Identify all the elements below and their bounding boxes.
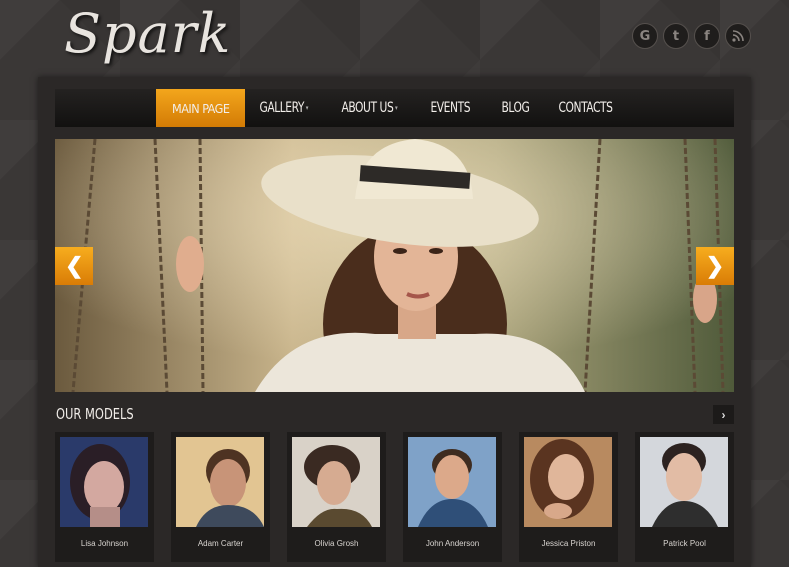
nav-blog[interactable]: BLOG (487, 89, 544, 127)
main-panel: MAIN PAGE GALLERY ▾ ABOUT US ▾ EVENTS BLOG… (38, 77, 751, 567)
model-card[interactable]: Lisa Johnson (55, 432, 154, 562)
nav-main-page[interactable]: MAIN PAGE (156, 89, 246, 127)
models-next-button[interactable]: › (713, 405, 734, 424)
nav-label: EVENTS (430, 100, 471, 116)
model-name[interactable]: Jessica Priston (519, 539, 618, 548)
nav-label: BLOG (501, 100, 530, 116)
chevron-right-icon: › (721, 407, 726, 422)
nav-label: CONTACTS (558, 100, 613, 116)
hero-image (55, 139, 734, 392)
model-name[interactable]: Olivia Grosh (287, 539, 386, 548)
section-title-our-models: OUR MODELS (56, 405, 134, 423)
model-photo[interactable] (176, 437, 264, 527)
nav-about-us[interactable]: ABOUT US ▾ (327, 89, 412, 127)
nav-events[interactable]: EVENTS (416, 89, 485, 127)
model-card[interactable]: John Anderson (403, 432, 502, 562)
models-list: Lisa Johnson Adam Carter Olivia Grosh Jo… (55, 432, 734, 562)
nav-label: MAIN PAGE (172, 100, 230, 116)
model-photo-image (524, 437, 612, 527)
model-photo[interactable] (292, 437, 380, 527)
model-card[interactable]: Jessica Priston (519, 432, 618, 562)
nav-label: GALLERY (259, 100, 305, 116)
model-photo[interactable] (524, 437, 612, 527)
model-name[interactable]: Lisa Johnson (55, 539, 154, 548)
model-photo-image (292, 437, 380, 527)
model-photo[interactable] (408, 437, 496, 527)
slider-prev-button[interactable]: ❯ (55, 247, 93, 285)
model-card[interactable]: Patrick Pool (635, 432, 734, 562)
chevron-left-icon: ❯ (64, 253, 84, 278)
google-icon[interactable]: G (632, 23, 658, 49)
hero-slider: ❯ ❯ (55, 139, 734, 392)
model-name[interactable]: John Anderson (403, 539, 502, 548)
model-card[interactable]: Adam Carter (171, 432, 270, 562)
model-name[interactable]: Patrick Pool (635, 539, 734, 548)
model-photo-image (60, 437, 148, 527)
model-photo[interactable] (60, 437, 148, 527)
social-links: G t f (632, 23, 751, 49)
rss-glyph (732, 30, 744, 42)
chevron-down-icon: ▾ (394, 104, 398, 112)
model-photo-image (640, 437, 728, 527)
nav-contacts[interactable]: CONTACTS (544, 89, 627, 127)
main-navigation: MAIN PAGE GALLERY ▾ ABOUT US ▾ EVENTS BLOG… (55, 89, 734, 127)
chevron-right-icon: ❯ (705, 253, 725, 278)
model-photo[interactable] (640, 437, 728, 527)
nav-label: ABOUT US (340, 100, 393, 116)
slider-next-button[interactable]: ❯ (696, 247, 734, 285)
model-photo-image (176, 437, 264, 527)
model-card[interactable]: Olivia Grosh (287, 432, 386, 562)
site-logo[interactable]: Spark (64, 2, 231, 65)
twitter-icon[interactable]: t (663, 23, 689, 49)
facebook-icon[interactable]: f (694, 23, 720, 49)
rss-icon[interactable] (725, 23, 751, 49)
chevron-down-icon: ▾ (306, 104, 309, 112)
model-photo-image (408, 437, 496, 527)
nav-gallery[interactable]: GALLERY ▾ (245, 89, 322, 127)
model-name[interactable]: Adam Carter (171, 539, 270, 548)
